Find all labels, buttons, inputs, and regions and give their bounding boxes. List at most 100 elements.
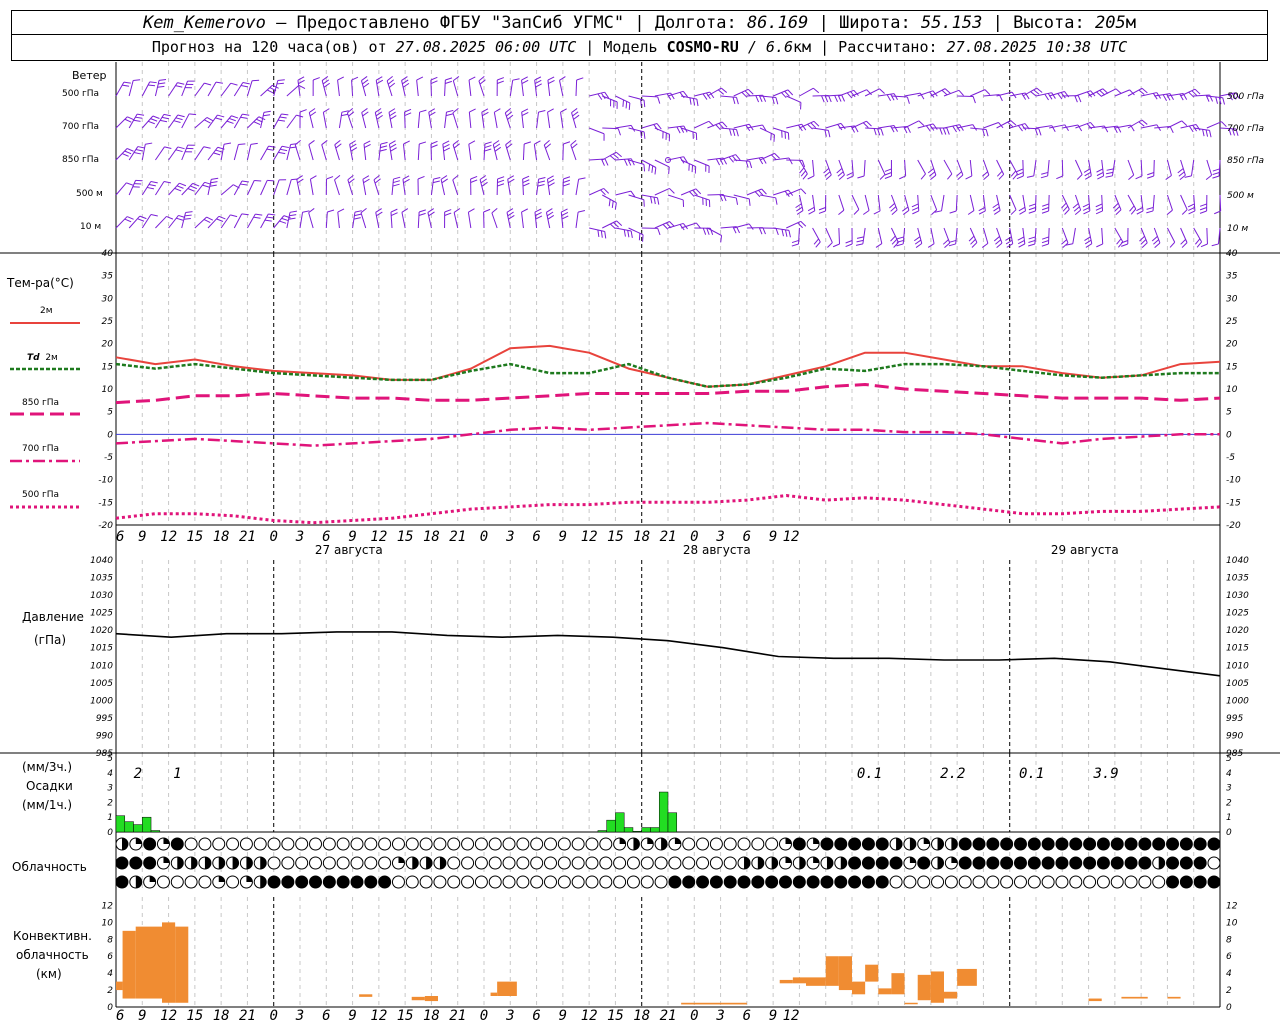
conv-y-tick-right: 0 (1226, 1003, 1232, 1013)
cloud-symbol (958, 837, 972, 851)
wind-barb-feather (625, 101, 628, 109)
wind-barb-feather (1010, 209, 1017, 215)
pressure-y-tick-left: 995 (96, 714, 113, 724)
wind-barb-feather (891, 238, 898, 245)
cloud-symbol (1013, 856, 1027, 870)
cloud-symbol (599, 875, 613, 889)
temp-x-tick: 12 (783, 529, 800, 545)
wind-barb-feather (601, 159, 605, 166)
wind-barb-feather (175, 85, 183, 88)
wind-barb-staff (930, 194, 938, 211)
cloud-symbol (1152, 837, 1166, 851)
cloud-symbol (1193, 856, 1207, 870)
wind-barb-feather (326, 176, 334, 180)
wind-barb-feather (135, 149, 143, 152)
wind-barb-feather (202, 184, 210, 188)
wind-barb-feather (721, 121, 728, 128)
cloud-symbol (502, 875, 516, 889)
cloud-symbol (792, 837, 806, 851)
wind-barb-staff (733, 88, 749, 97)
wind-barb-feather (482, 111, 489, 117)
wind-barb-feather (721, 87, 728, 93)
cloud-symbol-half (826, 857, 833, 869)
wind-barb-feather (204, 82, 212, 86)
wind-barb-feather (985, 129, 989, 137)
wind-barb-feather (603, 188, 610, 194)
cloud-symbol (461, 875, 475, 889)
conv-x-tick: 9 (559, 1008, 567, 1024)
cloud-symbol (1041, 837, 1055, 851)
wind-barb-feather (562, 183, 570, 187)
temp-x-tick: 12 (160, 529, 177, 545)
wind-barb-feather (380, 141, 388, 145)
precip-bar (658, 791, 669, 833)
cloud-symbol (1055, 875, 1069, 889)
cloud-symbol (322, 837, 336, 851)
cloud-symbol (474, 837, 488, 851)
wind-barb-feather (884, 172, 892, 176)
wind-barb-feather (784, 229, 788, 237)
wind-barb-feather (468, 140, 476, 145)
cloud-symbol-half (412, 857, 419, 869)
wind-barb-feather (1178, 171, 1185, 177)
wind-barb-feather (362, 175, 370, 180)
wind-barb-feather (932, 123, 938, 130)
wind-barb-staff (1193, 227, 1203, 243)
wind-barb-feather (203, 146, 211, 149)
wind-barb-feather (380, 145, 388, 149)
pressure-y-tick-right: 1005 (1226, 679, 1249, 689)
cloud-symbol (848, 856, 862, 870)
wind-barb-staff (890, 227, 899, 243)
cloud-symbol (1069, 856, 1083, 870)
precip-y-tick-left: 5 (107, 754, 113, 764)
wind-barb-feather (484, 148, 492, 152)
wind-barb-feather (547, 108, 554, 113)
convective-bar (878, 988, 892, 995)
wind-barb-feather (775, 97, 779, 105)
wind-barb-feather (1188, 91, 1195, 98)
wind-barb-feather (238, 143, 246, 146)
temp-y-tick-left: -5 (104, 453, 113, 463)
wind-barb-feather (1221, 121, 1227, 128)
precip-y-tick-left: 0 (107, 828, 113, 838)
wind-barb-feather (600, 230, 603, 238)
wind-barb-feather (216, 218, 224, 222)
wind-barb-feather (521, 108, 529, 113)
date-label: 28 августа (683, 543, 751, 557)
wind-barb-feather (749, 161, 753, 169)
wind-barb-feather (715, 124, 721, 131)
wind-barb-feather (1128, 174, 1135, 180)
wind-barb-feather (288, 217, 296, 220)
wind-barb-staff (799, 87, 814, 97)
conv-x-tick: 12 (370, 1008, 387, 1024)
cloud-symbol (557, 856, 571, 870)
cloud-symbol (281, 837, 295, 851)
wind-barb-feather (203, 219, 211, 224)
wind-barb-feather (1041, 243, 1049, 247)
cloud-symbol (1110, 856, 1124, 870)
convective-bar (411, 996, 425, 1001)
wind-barb-feather (390, 208, 398, 213)
wind-barb-feather (1199, 203, 1207, 207)
wind-barb-feather (597, 93, 603, 100)
wind-barb-feather (1194, 88, 1201, 95)
wind-barb-feather (615, 151, 622, 158)
cloud-symbol (447, 856, 461, 870)
wind-barb-feather (388, 108, 396, 113)
wind-barb-feather (845, 240, 853, 244)
wind-barb-staff (416, 80, 419, 97)
cloud-symbol (765, 875, 779, 889)
cloud-symbol (530, 856, 544, 870)
wind-barb-feather (1057, 93, 1063, 100)
wind-barb-feather (218, 215, 226, 220)
wind-barb-staff (812, 227, 821, 243)
pressure-y-tick-left: 1000 (90, 696, 113, 706)
conv-x-tick: 3 (505, 1008, 514, 1024)
wind-barb-feather (402, 175, 410, 180)
wind-barb-feather (994, 210, 1001, 215)
pressure-y-tick-left: 990 (96, 731, 113, 741)
wind-barb-staff (1167, 120, 1182, 129)
wind-barb-feather (240, 116, 248, 119)
temp-x-tick: 15 (607, 529, 624, 545)
wind-barb-feather (521, 76, 528, 81)
